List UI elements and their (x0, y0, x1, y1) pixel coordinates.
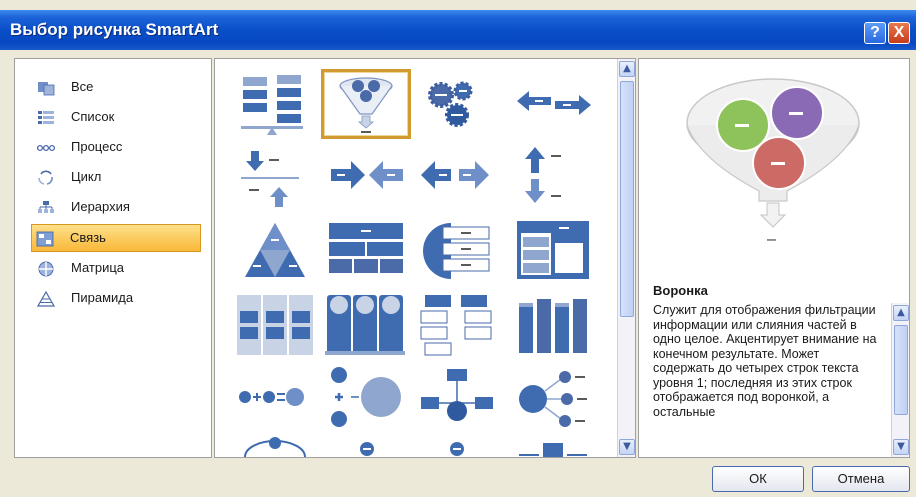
layout-converging-arrows[interactable] (321, 141, 411, 211)
category-list: Все Список Процесс Цикл Иерархия Связь М… (14, 58, 212, 458)
layout-bullet-row-1[interactable] (321, 435, 411, 457)
layout-diverging-arrows[interactable] (411, 141, 501, 211)
nested-list-icon (517, 221, 589, 279)
segmented-pyramid-icon (245, 223, 305, 277)
layout-nested-target-list[interactable] (509, 215, 599, 285)
funnel-icon (339, 77, 393, 133)
layout-grouped-list[interactable] (231, 289, 321, 359)
ok-button[interactable]: ОК (712, 466, 804, 492)
preview-description: Служит для отображения фильтрации информ… (653, 303, 877, 419)
layout-bracket-row[interactable] (509, 435, 599, 457)
radial-list-icon (519, 371, 587, 427)
circle-list-icon (325, 295, 405, 355)
cycle-icon (38, 170, 53, 185)
layout-funnel[interactable] (321, 69, 411, 139)
all-icon (38, 82, 55, 96)
category-label: Все (71, 79, 94, 94)
diverging-arrows-icon (421, 161, 489, 189)
process-icon (37, 144, 55, 152)
pyramid-icon (37, 291, 55, 307)
balance-icon (241, 75, 303, 135)
layout-table-hierarchy[interactable] (321, 215, 411, 285)
layout-gears[interactable] (411, 69, 501, 139)
layout-hierarchy-list[interactable] (411, 289, 501, 359)
layout-vertical-bars[interactable] (509, 289, 599, 359)
scroll-up-button[interactable]: ▲ (619, 61, 635, 77)
category-label: Связь (70, 230, 106, 245)
help-button[interactable]: ? (864, 22, 886, 44)
layout-counterbalance-arrows[interactable] (231, 141, 321, 211)
scroll-thumb[interactable] (620, 81, 634, 317)
counterbalance-arrows-icon (241, 151, 299, 207)
category-label: Список (71, 109, 115, 124)
layout-opposing-up-down-arrows[interactable] (509, 141, 599, 211)
window-title: Выбор рисунка SmartArt (10, 20, 219, 39)
bracket-row-icon (519, 443, 587, 457)
scroll-thumb[interactable] (894, 325, 908, 415)
category-item-matrix[interactable]: Матрица (33, 255, 201, 283)
up-down-arrows-icon (525, 147, 561, 203)
layout-balance[interactable] (231, 69, 321, 139)
layout-radial-list[interactable] (509, 363, 599, 433)
plus-circle-icon (331, 367, 401, 427)
arc-row-icon (244, 437, 306, 457)
arc-list-icon (423, 223, 490, 279)
cancel-button[interactable]: Отмена (812, 466, 910, 492)
opposing-arrows-icon (517, 91, 591, 115)
category-label: Иерархия (71, 199, 130, 214)
hierarchy-list-icon (420, 295, 492, 356)
category-item-process[interactable]: Процесс (33, 134, 201, 162)
category-label: Матрица (71, 260, 125, 275)
category-label: Цикл (71, 169, 102, 184)
layout-equation[interactable] (231, 363, 321, 433)
gallery-scrollbar[interactable]: ▲ ▼ (617, 59, 635, 457)
layout-arc-list[interactable] (411, 215, 501, 285)
preview-caption-dash: – (767, 231, 776, 248)
tree-icon (421, 369, 493, 421)
smartart-dialog: Выбор рисунка SmartArt ? X Все Список Пр… (0, 0, 916, 497)
table-hierarchy-icon (329, 223, 403, 273)
layout-plus-circle[interactable] (321, 363, 411, 433)
layout-gallery: ▲ ▼ (214, 58, 636, 458)
scroll-up-button[interactable]: ▲ (893, 305, 909, 321)
relationship-icon (36, 231, 54, 247)
layout-opposing-arrows[interactable] (509, 69, 599, 139)
scroll-down-button[interactable]: ▼ (619, 439, 635, 455)
scroll-down-button[interactable]: ▼ (893, 439, 909, 455)
category-item-relationship[interactable]: Связь (31, 224, 201, 252)
layout-arc-row[interactable] (231, 435, 321, 457)
close-button[interactable]: X (888, 22, 910, 44)
grouped-list-icon (237, 295, 313, 355)
vertical-bars-icon (519, 299, 587, 353)
category-item-list[interactable]: Список (33, 104, 201, 132)
layout-bullet-row-2[interactable] (411, 435, 501, 457)
category-item-all[interactable]: Все (33, 74, 201, 102)
layout-segmented-pyramid[interactable] (231, 215, 321, 285)
category-item-cycle[interactable]: Цикл (33, 164, 201, 192)
converging-arrows-icon (331, 161, 403, 189)
bullet-row-icon (360, 442, 374, 456)
equation-icon (239, 388, 304, 406)
bullet-row-icon (450, 442, 464, 456)
category-item-hierarchy[interactable]: Иерархия (33, 194, 201, 222)
title-bar[interactable]: Выбор рисунка SmartArt ? X (0, 10, 916, 50)
category-label: Пирамида (71, 290, 134, 305)
category-label: Процесс (71, 139, 123, 154)
preview-panel: – Воронка Служит для отображения фильтра… (638, 58, 910, 458)
matrix-icon (38, 261, 54, 277)
layout-tree-relationship[interactable] (411, 363, 501, 433)
layout-circle-list[interactable] (321, 289, 411, 359)
category-item-pyramid[interactable]: Пирамида (33, 285, 201, 313)
list-icon (38, 111, 54, 124)
description-scrollbar[interactable]: ▲ ▼ (891, 303, 909, 457)
gears-icon (428, 81, 473, 127)
preview-title: Воронка (653, 283, 708, 298)
hierarchy-icon (38, 201, 54, 213)
